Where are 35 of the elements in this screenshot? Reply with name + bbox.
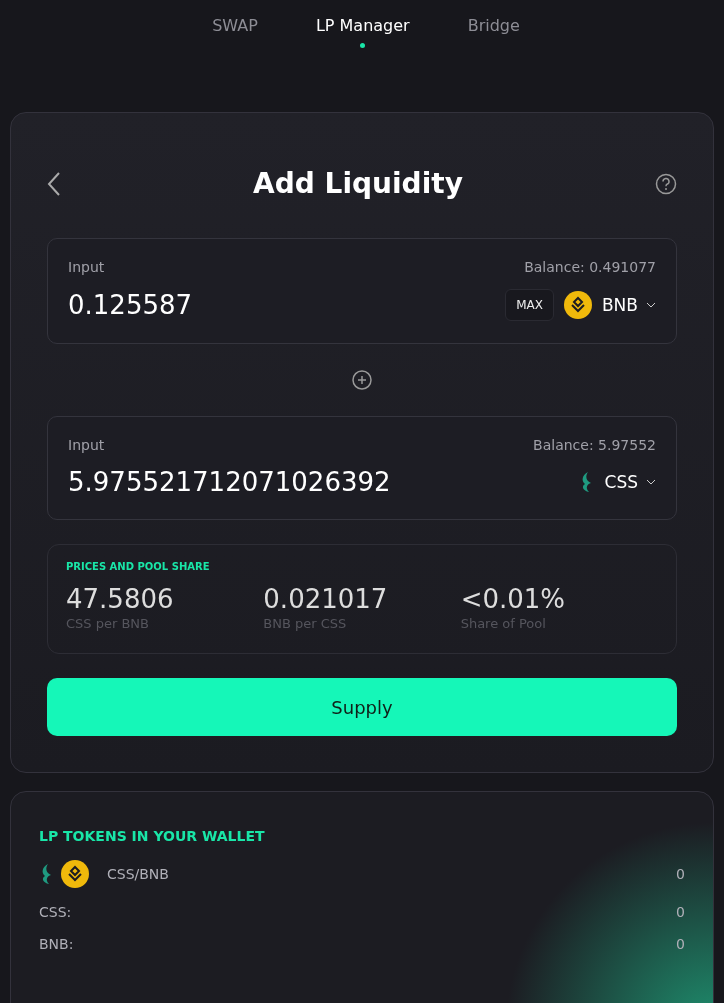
nav-tab[interactable]: Bridge: [467, 16, 520, 80]
section-heading: PRICES AND POOL SHARE: [66, 561, 211, 572]
section-heading: LP TOKENS IN YOUR WALLET: [39, 828, 266, 844]
token-selector[interactable]: BNB: [601, 295, 656, 315]
token-selector[interactable]: CSS: [604, 472, 656, 492]
amount-text: 0: [676, 936, 685, 952]
plus-icon: [352, 370, 372, 390]
input-label: Input: [68, 259, 105, 275]
amount-field[interactable]: 5.975521712071026392: [68, 467, 428, 497]
price-caption: CSS per BNB: [66, 616, 150, 631]
input-label: Input: [68, 437, 105, 453]
price-value: 0.021017: [263, 584, 389, 614]
nav-tab[interactable]: LP Manager: [315, 16, 410, 80]
max-button[interactable]: MAX: [505, 289, 554, 321]
token-label: CSS:: [39, 904, 72, 920]
balance-text: Balance: 0.491077: [524, 259, 656, 275]
price-value: <0.01%: [460, 584, 567, 614]
chevron-down-icon: [646, 479, 656, 485]
price-value: 47.5806: [66, 584, 175, 614]
amount-text: 0: [676, 866, 685, 882]
price-caption: Share of Pool: [460, 616, 547, 631]
coin-icon: [61, 860, 89, 888]
balance-text: Balance: 5.97552: [533, 437, 656, 453]
help-icon[interactable]: [655, 172, 677, 195]
page-title: Add Liquidity: [253, 167, 463, 200]
token-label: BNB:: [39, 936, 74, 952]
coin-icon: [563, 291, 592, 319]
pair-label: CSS/BNB: [107, 866, 169, 882]
amount-text: 0: [676, 904, 685, 920]
chevron-down-icon: [646, 302, 656, 308]
price-caption: BNB per CSS: [263, 616, 348, 631]
nav-tab[interactable]: SWAP: [212, 16, 258, 80]
amount-field[interactable]: 0.125587: [68, 290, 428, 320]
back-icon[interactable]: [47, 170, 61, 197]
supply-button[interactable]: Supply: [47, 678, 677, 736]
